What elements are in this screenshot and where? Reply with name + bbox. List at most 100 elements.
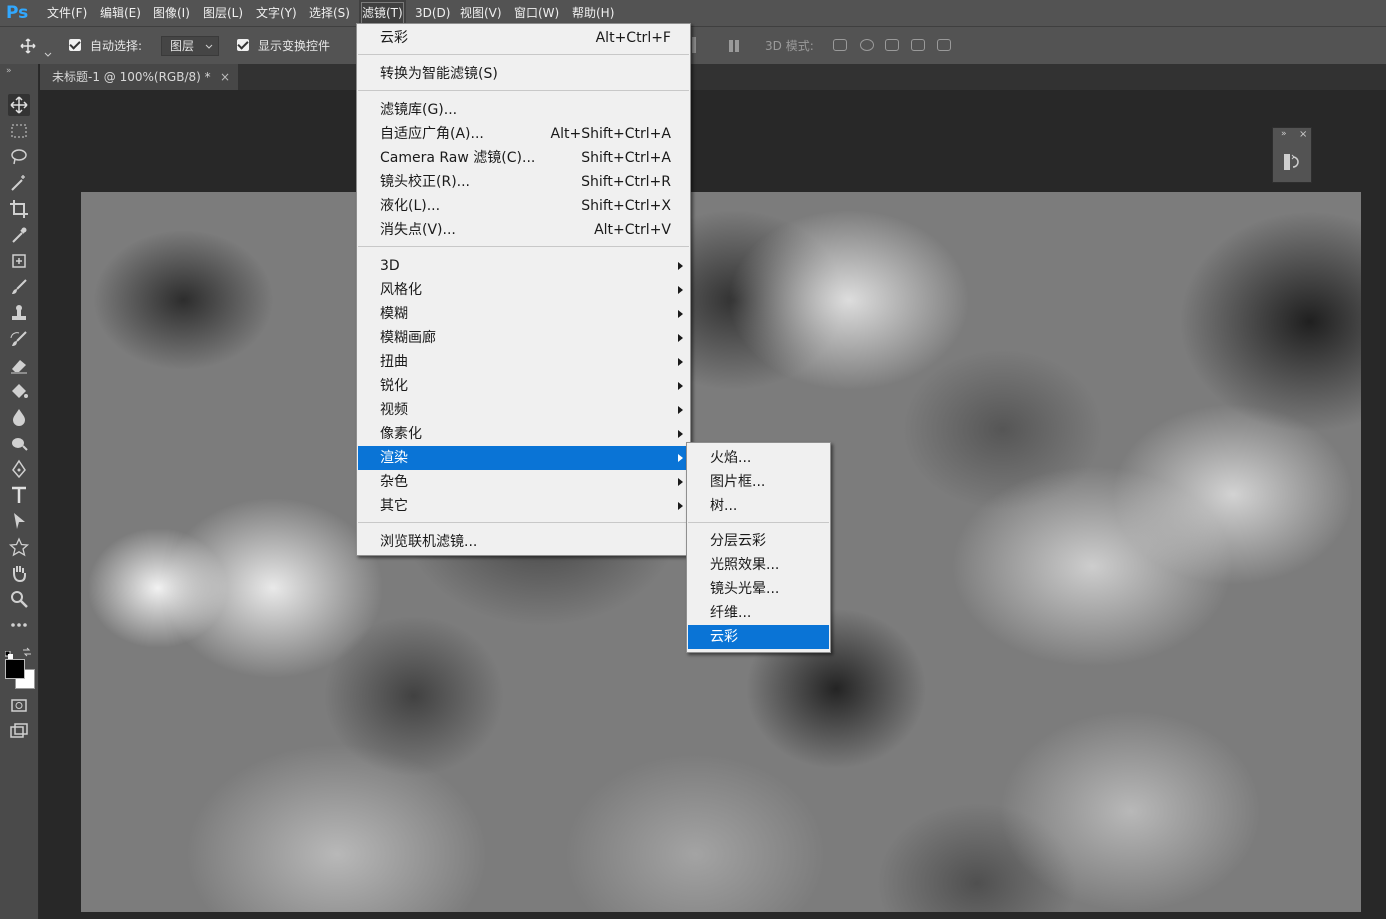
- filter-menu-item-render[interactable]: 渲染: [358, 446, 689, 470]
- menu-item-label: 像素化: [380, 426, 422, 442]
- menu-item-label: 分层云彩: [710, 533, 766, 549]
- filter-menu-item-video[interactable]: 视频: [358, 398, 689, 422]
- path-selection-icon[interactable]: [8, 510, 30, 532]
- eyedropper-icon[interactable]: [8, 224, 30, 246]
- shape-icon[interactable]: [8, 536, 30, 558]
- menu-item-label: 转换为智能滤镜(S): [380, 66, 498, 82]
- align-icon[interactable]: [692, 37, 696, 53]
- document-tab-close-button[interactable]: ×: [220, 69, 230, 85]
- render-item-flame[interactable]: 火焰...: [688, 446, 829, 470]
- quick-mask-icon[interactable]: [8, 694, 30, 716]
- show-transform-checkbox[interactable]: [237, 39, 249, 51]
- submenu-arrow-icon: [678, 310, 683, 318]
- 3d-orbit-icon[interactable]: [833, 39, 847, 51]
- filter-menu-item-camera-raw[interactable]: Camera Raw 滤镜(C)... Shift+Ctrl+A: [358, 146, 689, 170]
- pen-icon[interactable]: [8, 458, 30, 480]
- filter-menu-item-convert-smart[interactable]: 转换为智能滤镜(S): [358, 62, 689, 86]
- filter-menu-item-3d[interactable]: 3D: [358, 254, 689, 278]
- type-icon[interactable]: [8, 484, 30, 506]
- menu-image[interactable]: 图像(I): [153, 0, 190, 26]
- distribute-icon[interactable]: [728, 38, 740, 52]
- menu-item-label: 消失点(V)...: [380, 222, 456, 238]
- swap-colors-icon[interactable]: [22, 642, 32, 657]
- hand-icon[interactable]: [8, 562, 30, 584]
- 3d-scale-icon[interactable]: [937, 39, 951, 51]
- filter-menu-item-noise[interactable]: 杂色: [358, 470, 689, 494]
- filter-menu: 云彩 Alt+Ctrl+F 转换为智能滤镜(S) 滤镜库(G)... 自适应广角(…: [356, 23, 691, 556]
- render-item-picture-frame[interactable]: 图片框...: [688, 470, 829, 494]
- filter-menu-item-lens-correction[interactable]: 镜头校正(R)... Shift+Ctrl+R: [358, 170, 689, 194]
- menu-item-label: Camera Raw 滤镜(C)...: [380, 150, 536, 166]
- menu-edit[interactable]: 编辑(E): [100, 0, 141, 26]
- submenu-arrow-icon: [678, 478, 683, 486]
- menu-item-label: 其它: [380, 498, 408, 514]
- menu-separator: [358, 90, 689, 91]
- render-item-lighting-effects[interactable]: 光照效果...: [688, 553, 829, 577]
- crop-icon[interactable]: [8, 198, 30, 220]
- move-tool-preset-icon[interactable]: [20, 38, 38, 54]
- expand-panels-icon[interactable]: »: [1281, 129, 1287, 139]
- filter-menu-item-sharpen[interactable]: 锐化: [358, 374, 689, 398]
- close-panel-icon[interactable]: ×: [1299, 129, 1307, 140]
- app-logo: Ps: [6, 3, 29, 23]
- filter-menu-item-browse-online[interactable]: 浏览联机滤镜...: [358, 530, 689, 554]
- filter-menu-item-blur-gallery[interactable]: 模糊画廊: [358, 326, 689, 350]
- clone-stamp-icon[interactable]: [8, 302, 30, 324]
- 3d-pan-icon[interactable]: [885, 39, 899, 51]
- render-item-clouds[interactable]: 云彩: [688, 625, 829, 649]
- move-icon[interactable]: [8, 94, 30, 116]
- filter-menu-item-stylize[interactable]: 风格化: [358, 278, 689, 302]
- auto-select-checkbox[interactable]: [69, 39, 81, 51]
- filter-menu-item-blur[interactable]: 模糊: [358, 302, 689, 326]
- menu-file[interactable]: 文件(F): [47, 0, 87, 26]
- filter-menu-item-clouds-last[interactable]: 云彩 Alt+Ctrl+F: [358, 26, 689, 50]
- more-tools-icon[interactable]: [8, 614, 30, 636]
- collapsed-panel-dock: » ×: [1272, 127, 1312, 183]
- render-item-difference-clouds[interactable]: 分层云彩: [688, 529, 829, 553]
- magic-wand-icon[interactable]: [8, 172, 30, 194]
- default-colors-icon[interactable]: [4, 644, 13, 659]
- filter-menu-item-liquify[interactable]: 液化(L)... Shift+Ctrl+X: [358, 194, 689, 218]
- dodge-icon[interactable]: [8, 432, 30, 454]
- paint-bucket-icon[interactable]: [8, 380, 30, 402]
- menu-separator: [358, 54, 689, 55]
- filter-menu-item-pixelate[interactable]: 像素化: [358, 422, 689, 446]
- menu-type[interactable]: 文字(Y): [256, 0, 297, 26]
- filter-menu-item-gallery[interactable]: 滤镜库(G)...: [358, 98, 689, 122]
- foreground-color-swatch[interactable]: [5, 659, 25, 679]
- filter-menu-item-other[interactable]: 其它: [358, 494, 689, 518]
- filter-menu-item-adaptive-wide-angle[interactable]: 自适应广角(A)... Alt+Shift+Ctrl+A: [358, 122, 689, 146]
- 3d-mode-label: 3D 模式:: [765, 39, 814, 53]
- filter-menu-item-distort[interactable]: 扭曲: [358, 350, 689, 374]
- marquee-icon[interactable]: [8, 120, 30, 142]
- history-brush-icon[interactable]: [8, 328, 30, 350]
- brush-icon[interactable]: [8, 276, 30, 298]
- auto-select-target-dropdown[interactable]: 图层: [161, 36, 219, 56]
- options-bar: 自动选择: 图层 显示变换控件 3D 模式:: [0, 26, 1386, 64]
- collapse-toolbar-icon[interactable]: »: [6, 66, 12, 76]
- menu-item-label: 纤维...: [710, 605, 752, 621]
- 3d-slide-icon[interactable]: [911, 39, 925, 51]
- healing-brush-icon[interactable]: [8, 250, 30, 272]
- menu-item-label: 树...: [710, 498, 738, 514]
- menu-layer[interactable]: 图层(L): [203, 0, 243, 26]
- submenu-arrow-icon: [678, 286, 683, 294]
- eraser-icon[interactable]: [8, 354, 30, 376]
- filter-menu-item-vanishing-point[interactable]: 消失点(V)... Alt+Ctrl+V: [358, 218, 689, 242]
- history-panel-icon[interactable]: [1282, 152, 1300, 172]
- zoom-icon[interactable]: [8, 588, 30, 610]
- blur-icon[interactable]: [8, 406, 30, 428]
- 3d-roll-icon[interactable]: [860, 39, 874, 51]
- chevron-down-icon[interactable]: [44, 43, 52, 57]
- render-item-tree[interactable]: 树...: [688, 494, 829, 518]
- screen-mode-icon[interactable]: [8, 720, 30, 742]
- menu-item-label: 光照效果...: [710, 557, 780, 573]
- menu-item-label: 滤镜库(G)...: [380, 102, 458, 118]
- lasso-icon[interactable]: [8, 146, 30, 168]
- render-item-fibers[interactable]: 纤维...: [688, 601, 829, 625]
- menu-item-label: 视频: [380, 402, 408, 418]
- menu-item-label: 液化(L)...: [380, 198, 441, 214]
- menu-item-label: 自适应广角(A)...: [380, 126, 484, 142]
- render-item-lens-flare[interactable]: 镜头光晕...: [688, 577, 829, 601]
- menu-select[interactable]: 选择(S): [309, 0, 350, 26]
